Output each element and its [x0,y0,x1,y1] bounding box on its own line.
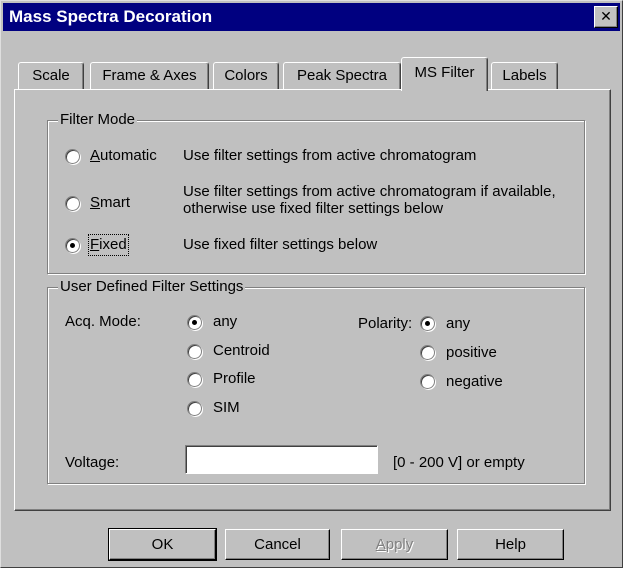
title-bar[interactable]: Mass Spectra Decoration ✕ [3,3,620,31]
tab-ms-filter[interactable]: MS Filter [401,57,488,91]
tab-label: Colors [224,67,268,84]
acq-mode-label: Acq. Mode: [65,313,141,330]
ok-label: OK [151,536,174,553]
automatic-label[interactable]: Automatic [90,147,157,165]
automatic-description: Use filter settings from active chromato… [183,147,477,164]
polarity-negative-radio[interactable] [420,374,435,389]
tab-label: Scale [32,67,70,84]
apply-label: Apply [375,536,414,553]
acq-centroid-label[interactable]: Centroid [213,342,270,360]
tab-label: Labels [502,67,547,84]
smart-description: Use filter settings from active chromato… [183,183,556,217]
acq-profile-radio[interactable] [187,372,202,387]
window-title: Mass Spectra Decoration [9,7,213,26]
tab-colors[interactable]: Colors [213,62,279,89]
automatic-radio[interactable] [65,149,80,164]
voltage-input[interactable] [185,445,378,474]
fixed-description: Use fixed filter settings below [183,236,378,253]
polarity-any-label[interactable]: any [446,315,470,333]
tab-labels[interactable]: Labels [491,62,558,89]
voltage-range-hint: [0 - 200 V] or empty [393,454,525,471]
help-button[interactable]: Help [457,529,564,560]
apply-button[interactable]: Apply [341,529,448,560]
user-defined-group-label: User Defined Filter Settings [58,278,246,296]
tab-peak-spectra[interactable]: Peak Spectra [283,62,401,89]
cancel-button[interactable]: Cancel [225,529,330,560]
acq-centroid-radio[interactable] [187,344,202,359]
cancel-label: Cancel [254,536,301,553]
ok-button[interactable]: OK [108,528,217,561]
smart-radio[interactable] [65,196,80,211]
voltage-label: Voltage: [65,454,120,471]
user-defined-filter-group: User Defined Filter Settings Acq. Mode: … [47,278,585,484]
smart-label[interactable]: Smart [90,194,130,212]
fixed-radio[interactable] [65,238,80,253]
polarity-negative-label[interactable]: negative [446,373,503,391]
filter-mode-group-label: Filter Mode [58,111,138,129]
tab-label: Frame & Axes [102,67,197,84]
help-label: Help [495,536,526,553]
tab-frame-axes[interactable]: Frame & Axes [90,62,209,89]
close-icon: ✕ [600,8,612,24]
polarity-positive-label[interactable]: positive [446,344,497,362]
filter-mode-group: Filter Mode Automatic Use filter setting… [47,111,585,274]
tab-scale[interactable]: Scale [18,62,84,89]
acq-any-radio[interactable] [187,315,202,330]
acq-any-label[interactable]: any [213,313,237,331]
dialog-window: Mass Spectra Decoration ✕ Scale Frame & … [0,0,623,568]
acq-profile-label[interactable]: Profile [213,370,256,388]
ms-filter-panel: Filter Mode Automatic Use filter setting… [14,89,611,511]
polarity-positive-radio[interactable] [420,345,435,360]
tab-label: Peak Spectra [296,67,388,84]
fixed-label[interactable]: Fixed [88,234,129,256]
polarity-label: Polarity: [358,315,413,332]
acq-sim-radio[interactable] [187,401,202,416]
acq-sim-label[interactable]: SIM [213,399,240,417]
close-button[interactable]: ✕ [594,6,618,28]
tab-label: MS Filter [414,64,475,81]
polarity-any-radio[interactable] [420,316,435,331]
